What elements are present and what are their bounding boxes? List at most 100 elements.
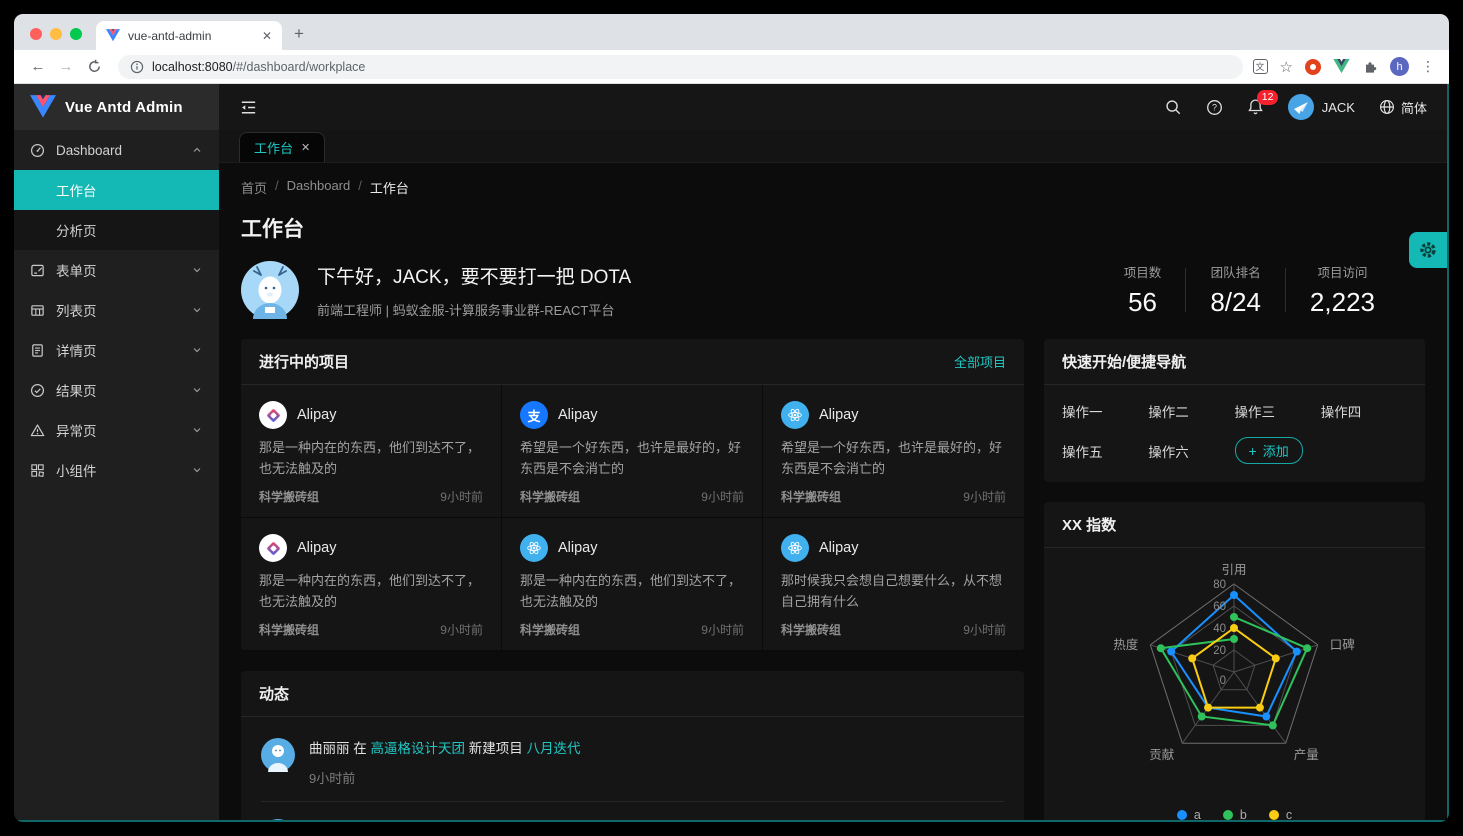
sidebar-item-2[interactable]: 列表页 [14,290,219,330]
chevron-down-icon [191,464,203,476]
project-group-link[interactable]: 科学搬砖组 [259,488,319,505]
project-name: Alipay [558,540,598,556]
sidebar-menu: Dashboard 工作台分析页表单页列表页详情页结果页异常页小组件 [14,130,219,490]
quick-op-2[interactable]: 操作二 [1148,401,1234,421]
dashboard-icon [30,143,46,158]
project-group-link[interactable]: 科学搬砖组 [781,621,841,638]
project-updated-time: 9小时前 [701,621,744,638]
url-bar[interactable]: localhost:8080/#/dashboard/workplace [118,55,1243,79]
browser-tab[interactable]: vue-antd-admin ✕ [96,21,282,50]
back-button[interactable]: ← [24,58,52,75]
project-card[interactable]: Alipay希望是一个好东西，也许是最好的，好东西是不会消亡的科学搬砖组9小时前 [763,385,1024,518]
chart-legend: a b c [1044,808,1425,820]
close-window-button[interactable] [30,28,42,40]
extension-orange-icon[interactable] [1305,59,1321,75]
sidebar-item-5[interactable]: 异常页 [14,410,219,450]
activity-team-link[interactable]: 高逼格设计天团 [371,741,466,756]
activity-target-link[interactable]: 八月迭代 [527,741,581,756]
stat-label: 团队排名 [1210,262,1261,281]
sidebar-item-6[interactable]: 小组件 [14,450,219,490]
project-name: Alipay [819,407,859,423]
page-content: 工作台 ✕ 首页 / Dashboard / 工作台 工作台 [219,130,1447,820]
quick-op-1[interactable]: 操作一 [1062,401,1148,421]
activity-avatar [261,738,295,772]
project-group-link[interactable]: 科学搬砖组 [520,488,580,505]
breadcrumb-home[interactable]: 首页 [241,178,267,197]
table-icon [30,303,46,318]
extensions-puzzle-icon[interactable] [1362,59,1378,75]
bookmark-star-icon[interactable]: ☆ [1280,58,1293,76]
sidebar-subitem-1[interactable]: 分析页 [14,210,219,250]
sidebar-item-3[interactable]: 详情页 [14,330,219,370]
browser-profile-avatar[interactable]: h [1390,57,1409,76]
legend-item-c[interactable]: c [1269,808,1292,820]
sidebar-item-label: Dashboard [56,143,181,158]
new-tab-button[interactable]: + [282,24,318,50]
project-group-link[interactable]: 科学搬砖组 [781,488,841,505]
stat-label: 项目数 [1124,262,1162,281]
legend-item-b[interactable]: b [1223,808,1247,820]
browser-menu-icon[interactable]: ⋮ [1421,58,1435,75]
project-name: Alipay [297,407,337,423]
settings-drawer-button[interactable] [1409,232,1447,268]
project-group-link[interactable]: 科学搬砖组 [259,621,319,638]
activity-user[interactable]: 曲丽丽 [309,741,350,756]
main-area: ? 12 JACK 简体 [219,84,1447,820]
project-group-link[interactable]: 科学搬砖组 [520,621,580,638]
maximize-window-button[interactable] [70,28,82,40]
sidebar-item-4[interactable]: 结果页 [14,370,219,410]
project-card[interactable]: 支Alipay希望是一个好东西，也许是最好的，好东西是不会消亡的科学搬砖组9小时… [502,385,763,518]
profile-icon [30,343,46,358]
activity-avatar [261,819,295,820]
sidebar-item-1[interactable]: 表单页 [14,250,219,290]
react-logo-icon [781,401,809,429]
breadcrumb-dashboard[interactable]: Dashboard [287,178,351,197]
sidebar-item-label: 异常页 [56,420,181,440]
sidebar-item-0[interactable]: Dashboard [14,130,219,170]
add-operation-button[interactable]: +添加 [1235,437,1303,464]
react-logo-icon [781,534,809,562]
quick-op-6[interactable]: 操作六 [1148,441,1234,461]
tab-close-icon[interactable]: ✕ [262,30,272,42]
forward-button[interactable]: → [52,58,80,75]
reload-button[interactable] [80,59,108,74]
activity-text: 曲丽丽 在 高逼格设计天团 新建项目 八月迭代 [309,738,581,759]
stats-row: 项目数56团队排名8/24项目访问2,223 [1100,262,1399,318]
quick-op-5[interactable]: 操作五 [1062,441,1148,461]
quick-op-4[interactable]: 操作四 [1321,401,1407,421]
radar-axis-label: 热度 [1113,637,1139,652]
notification-badge: 12 [1257,90,1279,105]
minimize-window-button[interactable] [50,28,62,40]
all-projects-link[interactable]: 全部项目 [954,352,1006,371]
project-card[interactable]: Alipay那时候我只会想自己想要什么，从不想自己拥有什么科学搬砖组9小时前 [763,518,1024,651]
menu-fold-icon[interactable] [239,98,258,117]
sidebar-subitem-0[interactable]: 工作台 [14,170,219,210]
legend-label: a [1194,808,1201,820]
stat-label: 项目访问 [1310,262,1375,281]
user-menu[interactable]: JACK [1288,94,1355,120]
legend-item-a[interactable]: a [1177,808,1201,820]
help-icon[interactable]: ? [1206,99,1223,116]
page-tab-close-icon[interactable]: ✕ [301,141,310,154]
notifications-bell-icon[interactable]: 12 [1247,98,1264,116]
chevron-down-icon [191,344,203,356]
page-tab-workplace[interactable]: 工作台 ✕ [239,132,325,162]
radar-tick-label: 40 [1213,623,1226,635]
project-card[interactable]: Alipay那是一种内在的东西，他们到达不了，也无法触及的科学搬砖组9小时前 [241,518,502,651]
quick-op-3[interactable]: 操作三 [1235,401,1321,421]
vue-devtools-icon[interactable] [1333,59,1350,74]
activity-text: 付晓晓 在 高逼格设计天团 发布了 留言 [309,819,540,820]
browser-tab-title: vue-antd-admin [128,29,254,43]
antd-logo-icon [259,401,287,429]
quick-nav-card: 快速开始/便捷导航 操作一操作二操作三操作四操作五操作六+添加 [1044,339,1425,482]
app-logo[interactable]: Vue Antd Admin [14,84,219,130]
translate-icon[interactable]: 文 [1253,59,1268,74]
project-card[interactable]: Alipay那是一种内在的东西，他们到达不了，也无法触及的科学搬砖组9小时前 [241,385,502,518]
info-icon[interactable] [130,60,144,74]
language-label: 简体 [1401,98,1427,117]
language-selector[interactable]: 简体 [1379,98,1427,117]
stat-1: 团队排名8/24 [1186,262,1285,318]
search-icon[interactable] [1165,99,1182,116]
greeting-section: 下午好，JACK，要不要打一把 DOTA 前端工程师 | 蚂蚁金服-计算服务事业… [219,243,1447,339]
project-card[interactable]: Alipay那是一种内在的东西，他们到达不了，也无法触及的科学搬砖组9小时前 [502,518,763,651]
